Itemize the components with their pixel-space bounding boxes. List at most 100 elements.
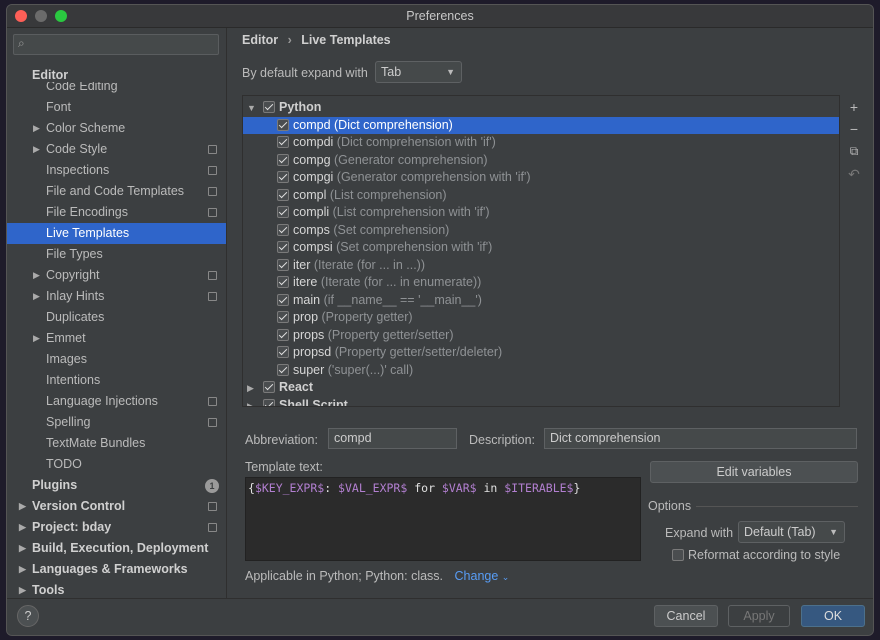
template-group[interactable]: ▼ Python — [243, 99, 839, 118]
sidebar-item-file-types[interactable]: File Types — [7, 244, 226, 265]
expand-arrow-icon[interactable]: ▶ — [33, 286, 40, 307]
checkbox[interactable] — [277, 206, 289, 218]
checkbox[interactable] — [672, 549, 684, 561]
template-item[interactable]: itere (Iterate (for ... in enumerate)) — [243, 274, 839, 292]
templates-tree[interactable]: ▼ Python compd (Dict comprehension) compdi … — [242, 95, 840, 407]
title-bar: Preferences — [7, 5, 873, 28]
template-item[interactable]: compsi (Set comprehension with 'if') — [243, 239, 839, 257]
sidebar-item-inlay-hints[interactable]: ▶ Inlay Hints — [7, 286, 226, 307]
copy-icon[interactable]: ⧉ — [846, 144, 862, 159]
checkbox[interactable] — [277, 258, 289, 271]
add-icon[interactable]: + — [846, 99, 862, 115]
sidebar-item-spelling[interactable]: Spelling — [7, 412, 226, 433]
checkbox[interactable] — [277, 188, 289, 201]
expand-arrow-icon[interactable]: ▶ — [33, 118, 40, 139]
expand-arrow-icon[interactable]: ▶ — [33, 328, 40, 349]
close-button[interactable] — [15, 10, 27, 22]
sidebar-item-copyright[interactable]: ▶ Copyright — [7, 265, 226, 286]
checkbox[interactable] — [263, 398, 275, 406]
collapse-arrow-icon[interactable]: ▼ — [247, 100, 263, 118]
sidebar-item-emmet[interactable]: ▶ Emmet — [7, 328, 226, 349]
expand-arrow-icon[interactable]: ▶ — [19, 559, 26, 580]
sidebar-item-inspections[interactable]: Inspections — [7, 160, 226, 181]
checkbox[interactable] — [277, 136, 289, 148]
help-button[interactable]: ? — [17, 605, 39, 627]
sidebar-item-images[interactable]: Images — [7, 349, 226, 370]
checkbox[interactable] — [263, 101, 275, 113]
checkbox[interactable] — [263, 381, 275, 393]
sidebar-item-todo[interactable]: TODO — [7, 454, 226, 475]
sidebar-item-build-execution-deployment[interactable]: ▶ Build, Execution, Deployment — [7, 538, 226, 559]
template-item[interactable]: compgi (Generator comprehension with 'if… — [243, 169, 839, 187]
template-item[interactable]: compg (Generator comprehension) — [243, 152, 839, 170]
maximize-button[interactable] — [55, 10, 67, 22]
sidebar-item-tools[interactable]: ▶ Tools — [7, 580, 226, 598]
apply-button[interactable]: Apply — [728, 605, 790, 627]
expand-with-select[interactable]: Default (Tab) ▼ — [738, 521, 845, 543]
template-group[interactable]: ▶ Shell Script — [243, 397, 839, 407]
sidebar-item-live-templates[interactable]: Live Templates — [7, 223, 226, 244]
template-item[interactable]: iter (Iterate (for ... in ...)) — [243, 257, 839, 275]
sidebar-item-project-bday[interactable]: ▶ Project: bday — [7, 517, 226, 538]
template-description: (Dict comprehension with 'if') — [336, 135, 496, 149]
expand-arrow-icon[interactable]: ▶ — [33, 139, 40, 160]
sidebar-item-file-encodings[interactable]: File Encodings — [7, 202, 226, 223]
expand-arrow-icon[interactable]: ▶ — [19, 496, 26, 517]
template-group[interactable]: ▶ React — [243, 379, 839, 398]
sidebar-item-color-scheme[interactable]: ▶ Color Scheme — [7, 118, 226, 139]
abbreviation-input[interactable]: compd — [328, 428, 457, 449]
expand-arrow-icon[interactable]: ▶ — [247, 398, 263, 407]
template-item[interactable]: prop (Property getter) — [243, 309, 839, 327]
ok-button[interactable]: OK — [801, 605, 865, 627]
checkbox[interactable] — [277, 118, 289, 131]
template-text-editor[interactable]: {$KEY_EXPR$: $VAL_EXPR$ for $VAR$ in $IT… — [245, 477, 641, 561]
template-item[interactable]: compdi (Dict comprehension with 'if') — [243, 134, 839, 152]
remove-icon[interactable]: − — [846, 121, 862, 137]
checkbox[interactable] — [277, 363, 289, 376]
template-item[interactable]: main (if __name__ == '__main__') — [243, 292, 839, 310]
template-item[interactable]: comps (Set comprehension) — [243, 222, 839, 240]
sidebar-item-intentions[interactable]: Intentions — [7, 370, 226, 391]
search-input[interactable]: ⌕ — [13, 34, 219, 55]
sidebar-sticky-header[interactable]: Editor — [7, 64, 226, 82]
project-scope-icon — [208, 187, 217, 196]
change-link[interactable]: Change ⌄ — [455, 569, 510, 583]
template-item[interactable]: compli (List comprehension with 'if') — [243, 204, 839, 222]
expand-arrow-icon[interactable]: ▶ — [247, 380, 263, 398]
breadcrumb-parent[interactable]: Editor — [242, 33, 278, 47]
checkbox[interactable] — [277, 223, 289, 236]
checkbox[interactable] — [277, 311, 289, 323]
edit-variables-button[interactable]: Edit variables — [650, 461, 858, 483]
template-item[interactable]: propsd (Property getter/setter/deleter) — [243, 344, 839, 362]
sidebar-item-language-injections[interactable]: Language Injections — [7, 391, 226, 412]
checkbox[interactable] — [277, 328, 289, 341]
cancel-button[interactable]: Cancel — [654, 605, 718, 627]
sidebar-item-plugins[interactable]: Plugins 1 — [7, 475, 226, 496]
expand-arrow-icon[interactable]: ▶ — [19, 580, 26, 598]
expand-default-select[interactable]: Tab ▼ — [375, 61, 462, 83]
undo-icon[interactable]: ↶ — [846, 166, 862, 183]
sidebar-item-languages-frameworks[interactable]: ▶ Languages & Frameworks — [7, 559, 226, 580]
checkbox[interactable] — [277, 276, 289, 288]
checkbox[interactable] — [277, 171, 289, 183]
template-item[interactable]: super ('super(...)' call) — [243, 362, 839, 380]
template-item[interactable]: props (Property getter/setter) — [243, 327, 839, 345]
description-input[interactable]: Dict comprehension — [544, 428, 857, 449]
checkbox[interactable] — [277, 241, 289, 253]
minimize-button[interactable] — [35, 10, 47, 22]
reformat-checkbox[interactable]: Reformat according to style — [672, 548, 840, 562]
sidebar-item-textmate-bundles[interactable]: TextMate Bundles — [7, 433, 226, 454]
sidebar-item-version-control[interactable]: ▶ Version Control — [7, 496, 226, 517]
template-item[interactable]: compl (List comprehension) — [243, 187, 839, 205]
expand-arrow-icon[interactable]: ▶ — [33, 265, 40, 286]
checkbox[interactable] — [277, 293, 289, 306]
expand-arrow-icon[interactable]: ▶ — [19, 538, 26, 559]
sidebar-item-duplicates[interactable]: Duplicates — [7, 307, 226, 328]
sidebar-item-font[interactable]: Font — [7, 97, 226, 118]
sidebar-item-file-and-code-templates[interactable]: File and Code Templates — [7, 181, 226, 202]
template-item[interactable]: compd (Dict comprehension) — [243, 116, 839, 134]
checkbox[interactable] — [277, 346, 289, 358]
sidebar-item-code-style[interactable]: ▶ Code Style — [7, 139, 226, 160]
checkbox[interactable] — [277, 153, 289, 166]
expand-arrow-icon[interactable]: ▶ — [19, 517, 26, 538]
